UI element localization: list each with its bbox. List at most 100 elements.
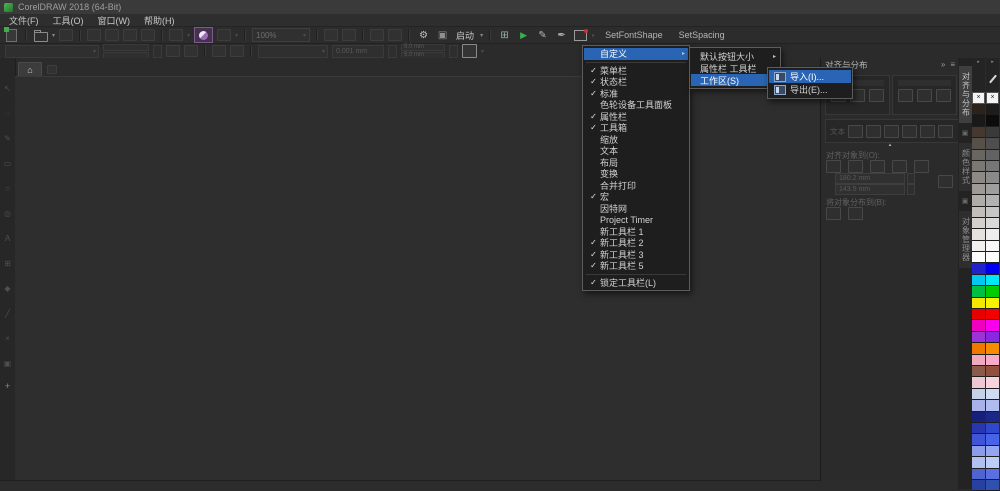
docker-tab-3[interactable]: 对象管理器 (958, 211, 972, 268)
color-swatch[interactable] (986, 138, 999, 150)
menubar-item[interactable]: 帮助(H) (137, 14, 182, 26)
eraser-tool[interactable]: × (0, 326, 15, 351)
color-swatch[interactable] (972, 377, 985, 389)
color-swatch[interactable] (986, 354, 999, 366)
color-swatch[interactable] (986, 445, 999, 458)
color-swatch[interactable] (986, 309, 999, 321)
customize-submenu-item[interactable]: 默认按钮大小 ▸ (691, 50, 779, 62)
run-macro-icon[interactable]: ▶ (516, 29, 531, 42)
color-swatch[interactable] (986, 183, 999, 196)
freehand-tool[interactable]: ✎ (0, 126, 15, 151)
color-swatch[interactable] (972, 229, 985, 241)
color-swatch[interactable] (972, 172, 985, 184)
color-swatch[interactable] (986, 400, 999, 412)
color-swatch[interactable] (972, 206, 985, 218)
color-swatch[interactable] (986, 377, 999, 389)
edit-pencil-icon[interactable]: ✎ (535, 29, 550, 42)
menu-item-lock-toolbars[interactable]: ✓ 锁定工具栏(L) (584, 277, 688, 289)
color-swatch[interactable] (986, 240, 999, 253)
color-swatch[interactable] (986, 457, 999, 469)
color-swatch[interactable] (972, 126, 985, 139)
open-document-button[interactable] (33, 29, 48, 42)
color-swatch[interactable] (972, 388, 985, 401)
new-document-tab[interactable] (45, 63, 59, 76)
color-swatch[interactable] (972, 160, 985, 173)
no-color-swatch[interactable]: × (986, 92, 999, 104)
app-launcher-button[interactable] (194, 27, 214, 43)
color-swatch[interactable] (972, 274, 985, 287)
menubar-item[interactable]: 文件(F) (2, 14, 46, 26)
color-swatch[interactable] (986, 434, 999, 446)
add-tool-button[interactable]: + (0, 376, 15, 396)
toolbar-menu-item[interactable]: ✓ 新工具栏 5 (584, 260, 688, 272)
color-swatch[interactable] (986, 479, 999, 491)
color-swatch[interactable] (986, 172, 999, 184)
color-swatch[interactable] (986, 286, 999, 298)
color-swatch[interactable] (972, 365, 985, 378)
color-swatch[interactable] (986, 320, 999, 332)
no-color-swatch[interactable]: × (972, 92, 985, 104)
color-swatch[interactable] (972, 400, 985, 412)
text-tool[interactable]: A (0, 226, 15, 251)
customize-submenu-item[interactable]: 属性栏 工具栏▸ (691, 62, 779, 74)
toolbar-menu-item[interactable]: 因特网 (584, 203, 688, 215)
color-swatch[interactable] (972, 286, 985, 298)
home-tab[interactable]: ⌂ (18, 62, 42, 76)
color-swatch[interactable] (986, 365, 999, 378)
outline-tool[interactable]: ▣ (0, 351, 15, 376)
color-swatch[interactable] (972, 320, 985, 332)
color-swatch[interactable] (986, 217, 999, 230)
color-swatch[interactable] (986, 343, 999, 355)
table-tool[interactable]: ⊞ (0, 251, 15, 276)
color-swatch[interactable] (972, 422, 985, 435)
color-swatch[interactable] (986, 206, 999, 218)
options-button[interactable]: ⚙ (416, 29, 431, 42)
drawing-canvas[interactable] (15, 76, 820, 482)
treat-as-filled-button[interactable] (462, 44, 477, 58)
launch-menu-label[interactable]: 启动 (456, 29, 474, 42)
color-swatch[interactable] (972, 240, 985, 253)
color-swatch[interactable] (972, 309, 985, 321)
color-swatch[interactable] (972, 263, 985, 275)
open-dropdown-arrow-icon[interactable]: ▾ (52, 32, 55, 39)
color-swatch[interactable] (972, 252, 985, 264)
color-swatch[interactable] (986, 195, 999, 207)
signature-pen-icon[interactable]: ✒ (554, 29, 569, 42)
color-swatch[interactable] (972, 115, 985, 127)
eyedropper-cell[interactable] (986, 66, 999, 92)
macro-setfontshape-button[interactable]: SetFontShape (599, 30, 669, 40)
menubar-item[interactable]: 工具(O) (46, 14, 91, 26)
workspace-submenu-item[interactable]: 导出(E)... (769, 83, 851, 96)
color-swatch[interactable] (986, 149, 999, 161)
launch-dropdown-arrow-icon[interactable]: ▾ (480, 32, 483, 39)
docker-tab-1[interactable]: 对齐与分布 (958, 66, 972, 123)
line-tool[interactable]: ╱ (0, 301, 15, 326)
section-expand-arrow-icon[interactable]: ▴ (821, 142, 959, 148)
color-swatch[interactable] (986, 297, 999, 310)
color-swatch[interactable] (972, 354, 985, 366)
color-swatch[interactable] (972, 138, 985, 150)
workspace-submenu-item[interactable]: 导入(I)... (769, 70, 851, 83)
color-swatch[interactable] (986, 422, 999, 435)
macro-setspacing-button[interactable]: SetSpacing (673, 30, 731, 40)
docker-menu-icon[interactable]: ≡ (950, 60, 955, 69)
color-swatch[interactable] (986, 229, 999, 241)
color-swatch[interactable] (972, 104, 985, 116)
color-swatch[interactable] (986, 468, 999, 480)
rectangle-tool[interactable]: ▭ (0, 151, 15, 176)
color-swatch[interactable] (986, 331, 999, 344)
color-swatch[interactable] (972, 331, 985, 344)
palette-flyout-arrow-icon[interactable]: ▸ (972, 58, 985, 66)
palette-flyout-arrow-icon[interactable]: ▸ (986, 58, 999, 66)
color-swatch[interactable] (972, 343, 985, 355)
color-swatch[interactable] (972, 468, 985, 480)
pick-tool[interactable]: ↖ (0, 76, 15, 101)
new-window-record-button[interactable] (573, 28, 589, 42)
menu-item-customize[interactable]: 自定义 ▸ (584, 48, 688, 60)
color-swatch[interactable] (972, 434, 985, 446)
color-swatch[interactable] (986, 252, 999, 264)
color-swatch[interactable] (986, 160, 999, 173)
ellipse-tool[interactable]: ○ (0, 176, 15, 201)
color-swatch[interactable] (986, 126, 999, 139)
color-swatch[interactable] (986, 411, 999, 423)
